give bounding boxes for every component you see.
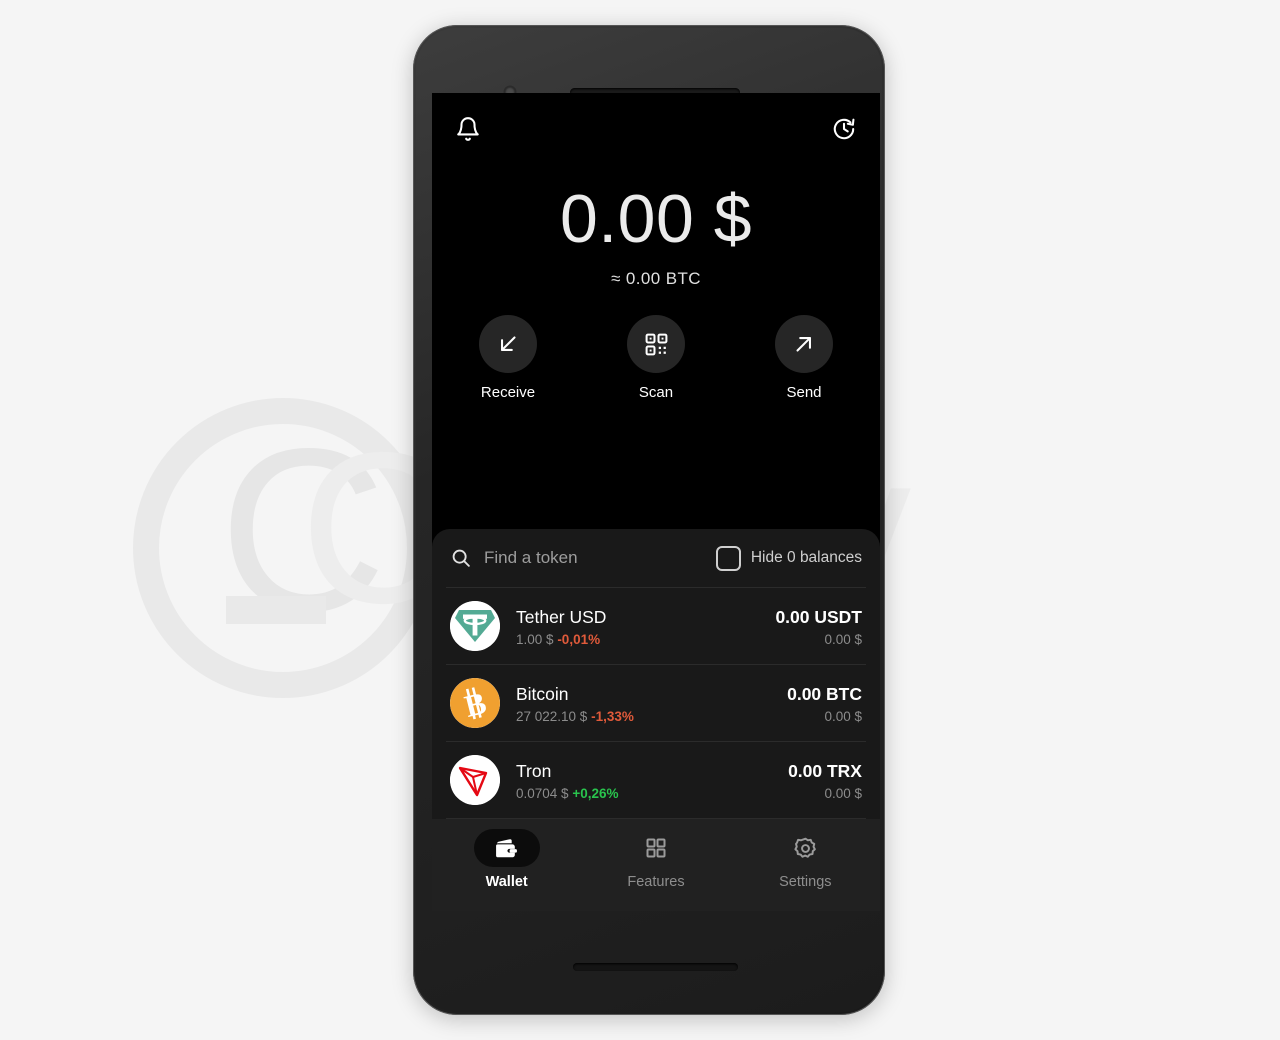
token-price: 1.00 $: [516, 631, 554, 647]
token-balance: 0.00 TRX 0.00 $: [788, 760, 862, 801]
nav-item-wallet[interactable]: Wallet: [432, 829, 581, 890]
total-balance-fiat: 0.00 $: [559, 181, 753, 257]
hide-zero-balances-checkbox[interactable]: [715, 545, 741, 571]
token-amount: 0.00 USDT: [775, 606, 862, 627]
search-icon: [450, 547, 478, 569]
bottom-navigation: Wallet Features Settings: [432, 819, 880, 911]
token-info: Tether USD 1.00 $ -0,01%: [516, 606, 775, 647]
phone-screen: 0.00 $ ≈ 0.00 BTC Receive Scan Send Find…: [432, 93, 880, 911]
token-name: Tether USD: [516, 606, 607, 627]
transaction-history-button[interactable]: [826, 111, 862, 147]
phone-device-frame: 0.00 $ ≈ 0.00 BTC Receive Scan Send Find…: [413, 25, 885, 1015]
token-price: 27 022.10 $: [516, 708, 588, 724]
qr-code-icon: [643, 331, 670, 358]
bell-icon: [455, 116, 481, 142]
receive-button-circle: [479, 315, 537, 373]
wallet-icon: [494, 836, 519, 861]
token-info: Tron 0.0704 $ +0,26%: [516, 760, 788, 801]
arrow-down-left-icon: [495, 331, 521, 357]
watermark-logo-letter: C: [219, 401, 387, 660]
token-fiat-value: 0.00 $: [824, 631, 862, 647]
token-change: -0,01%: [557, 631, 601, 647]
token-balance: 0.00 BTC 0.00 $: [787, 683, 862, 724]
grid-icon: [644, 836, 668, 860]
bitcoin-logo: B: [450, 678, 500, 728]
receive-button[interactable]: Receive: [473, 315, 543, 401]
arrow-up-right-icon: [791, 331, 817, 357]
watermark-logo-circle: C: [133, 398, 433, 698]
table-row[interactable]: B Bitcoin 27 022.10 $ -1,33% 0.00 BTC 0.…: [432, 665, 880, 741]
app-header: [432, 93, 880, 165]
hide-zero-balances-toggle[interactable]: Hide 0 balances: [715, 545, 862, 571]
token-list-panel: Hide 0 balances: [432, 529, 880, 911]
nav-features-pill: [623, 829, 689, 867]
token-fiat-value: 0.00 $: [824, 785, 862, 801]
token-fiat-value: 0.00 $: [824, 708, 862, 724]
nav-item-settings[interactable]: Settings: [731, 829, 880, 890]
table-row[interactable]: Tron 0.0704 $ +0,26% 0.00 TRX 0.00 $: [432, 742, 880, 818]
search-input[interactable]: [478, 548, 716, 568]
notifications-button[interactable]: [450, 111, 486, 147]
quick-actions: Receive Scan Send: [432, 315, 880, 401]
token-price: 0.0704 $: [516, 785, 569, 801]
bottom-speaker: [573, 963, 738, 971]
token-info: Bitcoin 27 022.10 $ -1,33%: [516, 683, 787, 724]
scan-button-circle: [627, 315, 685, 373]
nav-settings-label: Settings: [779, 874, 832, 890]
token-balance: 0.00 USDT 0.00 $: [775, 606, 862, 647]
token-price-row: 27 022.10 $ -1,33%: [516, 709, 787, 724]
token-name: Bitcoin: [516, 683, 569, 704]
token-amount: 0.00 TRX: [788, 760, 862, 781]
tether-logo: [450, 601, 500, 651]
tron-logo: [450, 755, 500, 805]
receive-label: Receive: [480, 384, 536, 401]
token-change: +0,26%: [572, 785, 619, 801]
send-button-circle: [775, 315, 833, 373]
token-amount: 0.00 BTC: [787, 683, 862, 704]
balance-section: 0.00 $ ≈ 0.00 BTC: [432, 179, 880, 289]
nav-features-label: Features: [627, 874, 685, 890]
history-clock-icon: [831, 116, 857, 142]
nav-wallet-pill: [473, 829, 540, 867]
token-name: Tron: [516, 760, 552, 781]
scan-label: Scan: [638, 384, 674, 401]
gear-icon: [793, 836, 818, 861]
token-price-row: 1.00 $ -0,01%: [516, 632, 775, 647]
total-balance-crypto: ≈ 0.00 BTC: [611, 269, 701, 288]
token-change: -1,33%: [591, 708, 634, 724]
send-label: Send: [786, 384, 822, 401]
token-price-row: 0.0704 $ +0,26%: [516, 786, 788, 801]
table-row[interactable]: Tether USD 1.00 $ -0,01% 0.00 USDT 0.00 …: [432, 588, 880, 664]
send-button[interactable]: Send: [769, 315, 839, 401]
watermark-logo-bar: [226, 596, 326, 624]
search-row: Hide 0 balances: [432, 529, 880, 587]
nav-item-features[interactable]: Features: [581, 829, 730, 890]
nav-settings-pill: [772, 829, 838, 867]
nav-wallet-label: Wallet: [485, 874, 528, 890]
scan-button[interactable]: Scan: [621, 315, 691, 401]
hide-zero-balances-label: Hide 0 balances: [750, 549, 862, 566]
